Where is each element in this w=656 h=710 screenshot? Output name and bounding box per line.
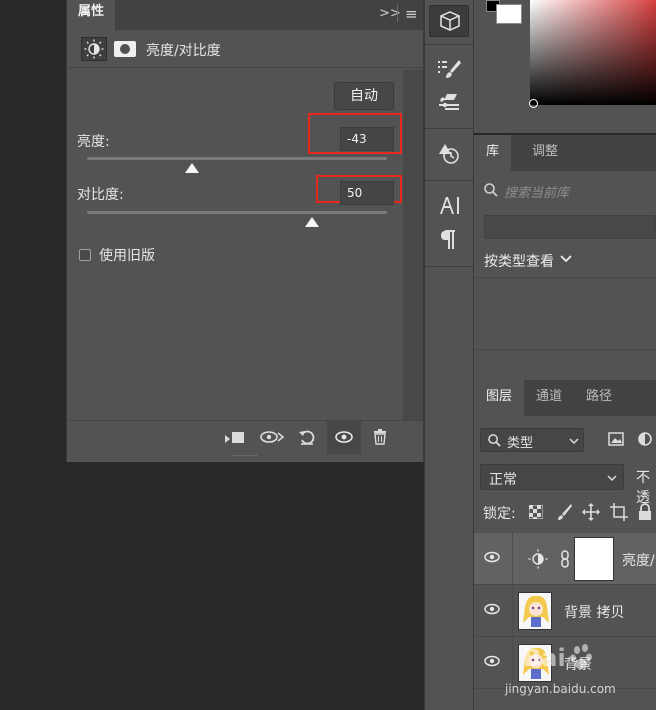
layers-panel: 图层 通道 路径 类型 正常 不透 锁定: 亮度/ 背景 拷贝 背景 [474,380,656,710]
color-picker-field[interactable] [530,0,656,105]
brightness-label: 亮度: [77,134,110,150]
lock-pixels-icon[interactable] [556,503,572,525]
lock-artboard-icon[interactable] [610,503,628,525]
library-panel: 库 调整 搜索当前库 按类型查看 [474,135,656,380]
lock-all-icon[interactable] [638,503,652,525]
clip-to-layer-icon[interactable] [223,429,247,448]
library-tabbar: 库 调整 [474,135,656,171]
layer-filter-value: 类型 [507,436,534,451]
layer-name: 亮度/ [622,553,655,569]
layer-name: 背景 [564,657,592,673]
tab-layers[interactable]: 图层 [474,380,525,416]
chevron-down-icon [569,438,579,445]
adjustment-filter-icon[interactable] [637,431,653,451]
lock-label: 锁定: [483,506,516,522]
divider [397,4,398,22]
eye-icon [335,431,353,443]
brightness-contrast-icon[interactable] [81,37,107,61]
eye-icon[interactable] [484,551,500,567]
visibility-toggle[interactable] [327,421,361,454]
tools-strip [424,0,474,710]
eye-icon[interactable] [484,655,500,671]
blend-mode-dropdown[interactable]: 正常 [480,464,624,490]
brightness-input[interactable]: -43 [340,127,394,151]
panel-menu-icon[interactable]: ≡ [405,5,418,23]
adjustment-title: 亮度/对比度 [146,43,221,59]
lock-transparent-icon[interactable] [528,504,544,523]
eye-icon[interactable] [484,603,500,619]
tab-channels[interactable]: 通道 [524,380,574,416]
reset-icon[interactable] [298,429,316,448]
layer-name: 背景 拷贝 [564,605,625,621]
layer-row[interactable]: 背景 [474,637,656,689]
image-filter-icon[interactable] [608,432,624,450]
properties-header: 亮度/对比度 [67,30,423,68]
tab-adjustments[interactable]: 调整 [520,135,570,171]
trash-icon[interactable] [372,429,388,448]
layer-thumbnail [518,644,552,682]
layers-tabbar: 图层 通道 路径 [474,380,656,416]
layer-thumbnail [518,592,552,630]
contrast-label: 对比度: [77,187,124,203]
brush-settings-icon[interactable] [429,92,469,122]
layer-filter-dropdown[interactable]: 类型 [480,428,584,452]
color-panel [474,0,656,133]
brightness-slider-track[interactable] [87,157,387,160]
layer-row[interactable]: 背景 拷贝 [474,585,656,637]
chevron-down-icon [560,253,572,268]
brush-presets-icon[interactable] [429,58,469,88]
color-picker-cursor[interactable] [529,99,538,108]
contrast-input[interactable]: 50 [340,181,394,205]
properties-panel: 属性 >> ≡ 亮度/对比度 自动 亮度: -43 对比度: 50 使用旧版 [66,0,424,462]
chain-link-icon[interactable] [560,550,570,572]
brightness-slider-thumb[interactable] [185,163,199,173]
contrast-slider-track[interactable] [87,211,387,214]
resize-grip[interactable] [233,455,257,458]
blend-mode-value: 正常 [489,472,517,488]
tab-properties[interactable]: 属性 [67,0,115,30]
library-dropdown[interactable] [484,215,656,239]
mask-icon[interactable] [114,41,136,57]
properties-tabbar: 属性 >> ≡ [67,0,423,30]
library-search-input[interactable]: 搜索当前库 [504,182,569,201]
background-color-swatch[interactable] [496,4,522,24]
search-icon [484,183,498,201]
contrast-slider-thumb[interactable] [305,217,319,227]
3d-icon[interactable] [429,5,469,37]
brightness-contrast-icon [526,548,550,574]
lock-position-icon[interactable] [582,503,600,525]
view-previous-state-icon[interactable] [259,429,285,448]
tab-paths[interactable]: 路径 [574,380,624,416]
opacity-label: 不透 [636,470,650,506]
character-icon[interactable] [429,194,469,224]
layer-mask-thumbnail[interactable] [574,537,614,581]
layer-row[interactable]: 亮度/ [474,533,656,585]
auto-button[interactable]: 自动 [334,82,394,110]
tab-library[interactable]: 库 [474,135,512,171]
legacy-label: 使用旧版 [99,248,155,264]
chevron-down-icon [607,475,617,482]
legacy-checkbox[interactable] [79,249,91,261]
paragraph-icon[interactable] [429,228,469,258]
scrollbar[interactable] [403,70,423,420]
properties-footer [67,420,423,454]
search-icon [488,434,501,447]
history-icon[interactable] [429,142,469,172]
view-by-type-button[interactable]: 按类型查看 [484,251,554,271]
